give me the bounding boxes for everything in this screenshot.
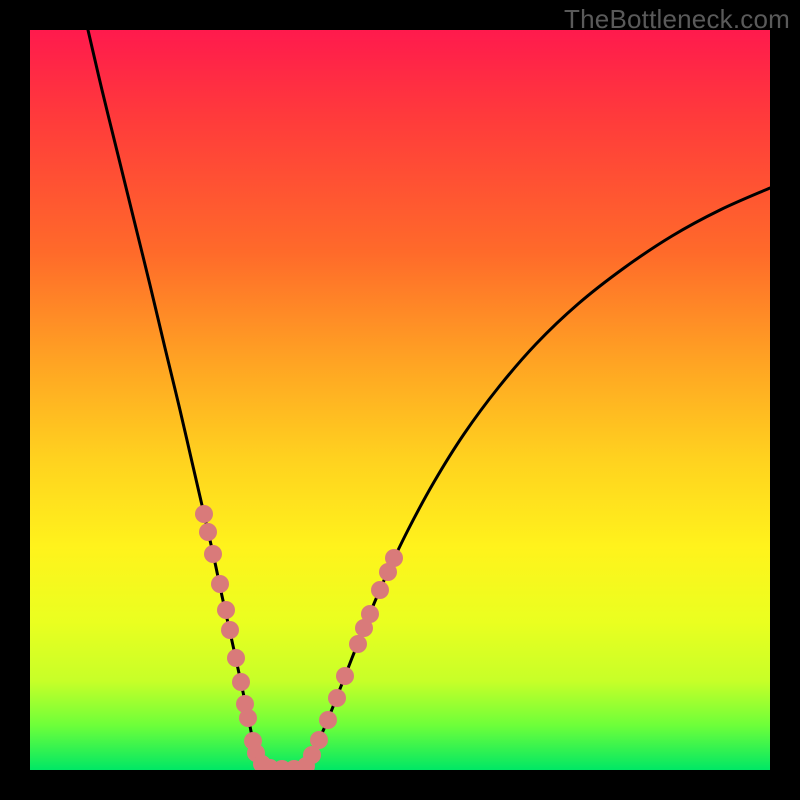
data-marker (328, 689, 346, 707)
data-marker (239, 709, 257, 727)
chart-frame: TheBottleneck.com (0, 0, 800, 800)
data-marker (221, 621, 239, 639)
data-marker (199, 523, 217, 541)
curve-right-branch (302, 188, 770, 768)
data-marker (227, 649, 245, 667)
data-marker (232, 673, 250, 691)
chart-svg (30, 30, 770, 770)
data-marker (310, 731, 328, 749)
data-marker (371, 581, 389, 599)
data-marker (336, 667, 354, 685)
data-marker (349, 635, 367, 653)
marker-group (195, 505, 403, 770)
watermark-text: TheBottleneck.com (564, 4, 790, 35)
data-marker (204, 545, 222, 563)
data-marker (385, 549, 403, 567)
data-marker (211, 575, 229, 593)
plot-area (30, 30, 770, 770)
data-marker (319, 711, 337, 729)
data-marker (195, 505, 213, 523)
data-marker (361, 605, 379, 623)
curve-group (88, 30, 770, 769)
data-marker (217, 601, 235, 619)
